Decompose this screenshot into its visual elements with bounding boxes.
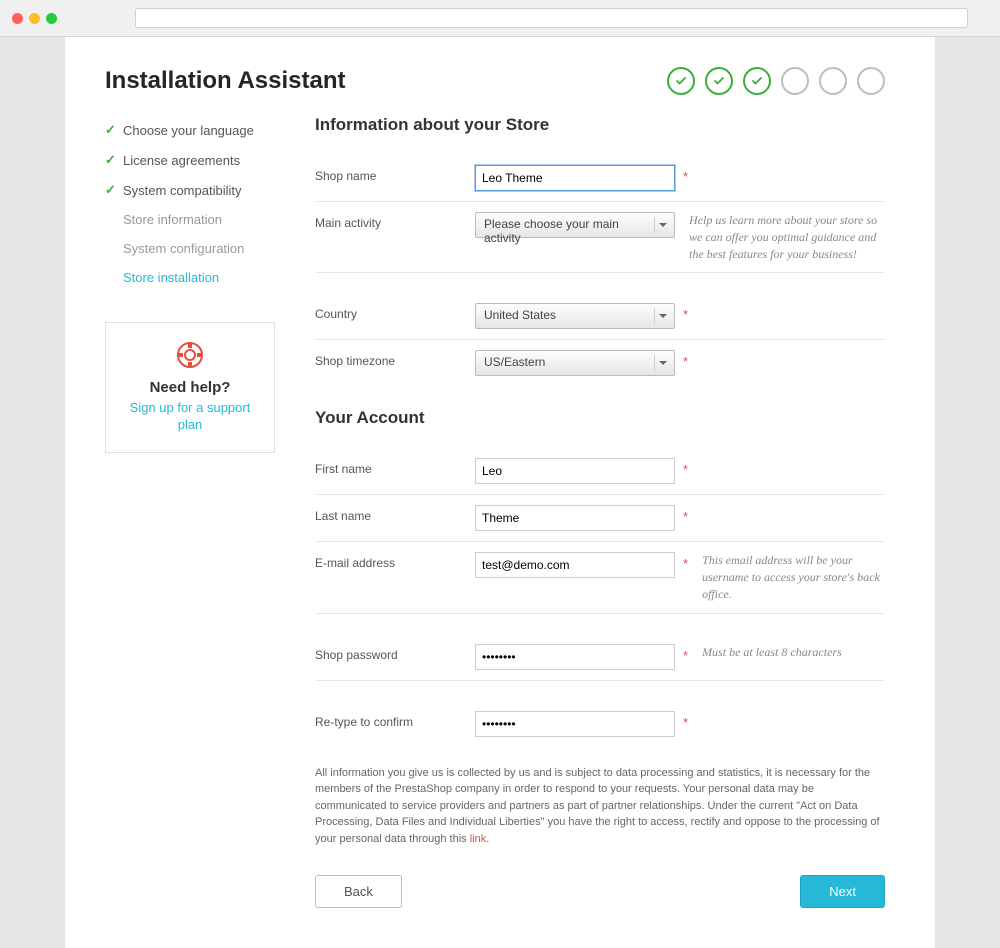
page-title: Installation Assistant	[105, 67, 346, 95]
check-icon: ✓	[105, 122, 117, 138]
password-label: Shop password	[315, 644, 475, 662]
main-activity-select[interactable]: Please choose your main activity	[475, 212, 675, 238]
help-link[interactable]: Sign up for a support plan	[118, 400, 262, 434]
main-activity-hint: Help us learn more about your store so w…	[689, 212, 885, 262]
sidebar-item-store-info[interactable]: Store information	[105, 205, 275, 234]
last-name-input[interactable]	[475, 505, 675, 531]
help-box: Need help? Sign up for a support plan	[105, 322, 275, 453]
confirm-label: Re-type to confirm	[315, 711, 475, 729]
sidebar-item-language[interactable]: ✓ Choose your language	[105, 115, 275, 145]
progress-step-3	[743, 67, 771, 95]
disclaimer-link[interactable]: link	[470, 833, 487, 845]
shop-name-input[interactable]	[475, 165, 675, 191]
required-marker: *	[683, 303, 688, 322]
progress-step-6	[857, 67, 885, 95]
store-section-title: Information about your Store	[315, 115, 885, 135]
required-marker: *	[683, 505, 688, 524]
life-ring-icon	[176, 341, 204, 369]
country-select[interactable]: United States	[475, 303, 675, 329]
sidebar-item-label: Store installation	[123, 270, 219, 285]
required-marker: *	[683, 165, 688, 184]
sidebar-item-compatibility[interactable]: ✓ System compatibility	[105, 175, 275, 205]
required-marker: *	[683, 552, 688, 571]
timezone-label: Shop timezone	[315, 350, 475, 368]
sidebar-item-label: License agreements	[123, 153, 240, 168]
sidebar-item-license[interactable]: ✓ License agreements	[105, 145, 275, 175]
check-icon: ✓	[105, 152, 117, 168]
browser-chrome	[0, 0, 1000, 37]
email-label: E-mail address	[315, 552, 475, 570]
sidebar-item-store-install[interactable]: Store installation	[105, 263, 275, 292]
main-activity-label: Main activity	[315, 212, 475, 230]
select-value: Please choose your main activity	[484, 217, 619, 245]
sidebar: ✓ Choose your language ✓ License agreement…	[105, 115, 275, 908]
button-row: Back Next	[315, 875, 885, 908]
url-bar[interactable]	[135, 8, 968, 28]
window-controls	[12, 13, 57, 24]
required-marker: *	[683, 458, 688, 477]
last-name-label: Last name	[315, 505, 475, 523]
country-label: Country	[315, 303, 475, 321]
email-hint: This email address will be your username…	[702, 552, 885, 602]
minimize-window-button[interactable]	[29, 13, 40, 24]
main-content: Information about your Store Shop name *…	[315, 115, 885, 908]
back-button[interactable]: Back	[315, 875, 402, 908]
sidebar-item-system-config[interactable]: System configuration	[105, 234, 275, 263]
sidebar-item-label: Choose your language	[123, 123, 254, 138]
next-button[interactable]: Next	[800, 875, 885, 908]
select-value: US/Eastern	[484, 355, 545, 369]
progress-step-1	[667, 67, 695, 95]
page-header: Installation Assistant	[105, 67, 885, 95]
sidebar-item-label: Store information	[123, 212, 222, 227]
help-heading: Need help?	[118, 379, 262, 396]
disclaimer-text: All information you give us is collected…	[315, 765, 885, 848]
check-icon: ✓	[105, 182, 117, 198]
progress-indicator	[667, 67, 885, 95]
confirm-password-input[interactable]	[475, 711, 675, 737]
sidebar-item-label: System compatibility	[123, 183, 241, 198]
required-marker: *	[683, 350, 688, 369]
chevron-down-icon	[654, 355, 670, 371]
password-input[interactable]	[475, 644, 675, 670]
required-marker: *	[683, 644, 688, 663]
account-section-title: Your Account	[315, 408, 885, 428]
progress-step-2	[705, 67, 733, 95]
password-hint: Must be at least 8 characters	[702, 644, 885, 661]
select-value: United States	[484, 308, 556, 322]
progress-step-5	[819, 67, 847, 95]
shop-name-label: Shop name	[315, 165, 475, 183]
chevron-down-icon	[654, 217, 670, 233]
progress-step-4	[781, 67, 809, 95]
email-input[interactable]	[475, 552, 675, 578]
timezone-select[interactable]: US/Eastern	[475, 350, 675, 376]
chevron-down-icon	[654, 308, 670, 324]
sidebar-item-label: System configuration	[123, 241, 244, 256]
page-container: Installation Assistant ✓ Choose your lang…	[65, 37, 935, 948]
first-name-label: First name	[315, 458, 475, 476]
required-marker: *	[683, 711, 688, 730]
maximize-window-button[interactable]	[46, 13, 57, 24]
first-name-input[interactable]	[475, 458, 675, 484]
close-window-button[interactable]	[12, 13, 23, 24]
